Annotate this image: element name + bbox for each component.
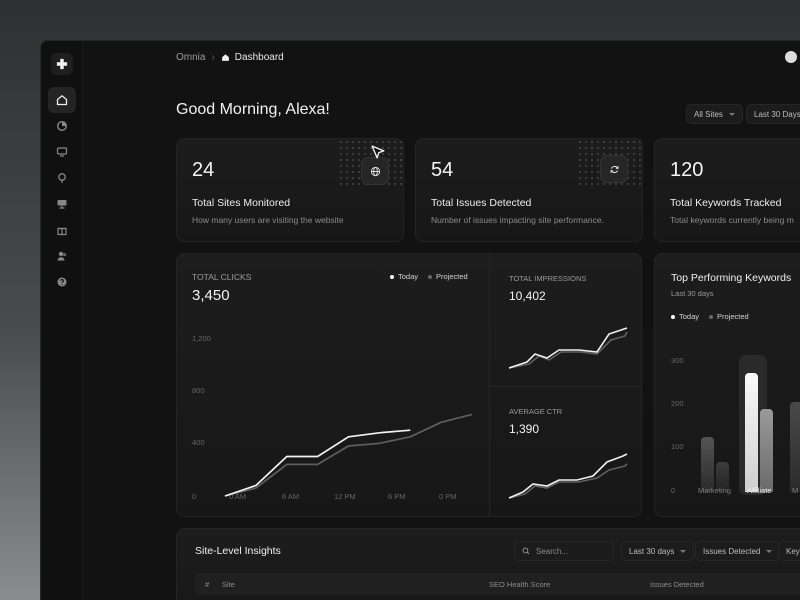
stat-card-issues[interactable]: 54 Total Issues Detected Number of issue… <box>415 138 643 242</box>
stat-value: 120 <box>670 159 704 181</box>
x-tick: M <box>792 486 799 495</box>
stat-subtitle: How many users are visiting the website <box>192 215 344 225</box>
app-window: Omnia › Dashboard Good Morning, Alexa! A… <box>40 40 800 600</box>
bar-m-today[interactable] <box>790 402 800 492</box>
stat-card-keywords[interactable]: 120 Total Keywords Tracked Total keyword… <box>654 138 800 242</box>
breadcrumb-current[interactable]: Dashboard <box>221 52 284 63</box>
help-icon[interactable] <box>48 269 76 295</box>
x-tick: Affiliate <box>747 486 772 495</box>
keyword-filter[interactable]: Keyw <box>778 541 800 561</box>
globe-icon <box>361 157 389 185</box>
bar-affiliate-projected[interactable] <box>760 408 773 492</box>
stat-subtitle: Number of issues impacting site performa… <box>431 215 604 225</box>
avatar[interactable] <box>785 51 797 63</box>
monitor-icon[interactable] <box>48 139 76 165</box>
y-tick: 400 <box>192 438 205 447</box>
date-range-label: Last 30 Days <box>754 109 800 119</box>
breadcrumb: Omnia › Dashboard <box>176 52 284 63</box>
stat-subtitle: Total keywords currently being m <box>670 215 794 225</box>
home-icon <box>221 54 229 61</box>
desktop-icon[interactable] <box>48 191 76 217</box>
issues-filter-label: Issues Detected <box>703 546 761 556</box>
keywords-panel: Top Performing Keywords Last 30 days Tod… <box>654 253 800 517</box>
table-header: # Site SEO Health Score Issues Detected … <box>195 573 800 595</box>
breadcrumb-current-label: Dashboard <box>234 52 284 63</box>
insights-title: Site-Level Insights <box>195 545 281 557</box>
y-tick: 0 <box>192 492 197 501</box>
date-range-filter[interactable]: Last 30 Days <box>746 104 800 124</box>
insights-range-label: Last 30 days <box>629 546 675 556</box>
col-site[interactable]: Site <box>222 580 235 589</box>
x-tick: 0 PM <box>439 492 457 501</box>
stat-value: 24 <box>192 159 215 181</box>
chevron-down-icon <box>766 549 773 553</box>
search-placeholder: Search... <box>536 546 569 556</box>
col-issues[interactable]: Issues Detected <box>650 580 704 589</box>
stat-value: 54 <box>431 159 454 181</box>
brand-logo-icon[interactable] <box>51 53 73 75</box>
gift-icon[interactable] <box>48 217 76 243</box>
page-title: Good Morning, Alexa! <box>176 101 330 118</box>
keywords-bar-chart <box>655 254 800 492</box>
sites-filter-label: All Sites <box>694 109 723 119</box>
chart-pie-icon[interactable] <box>48 113 76 139</box>
sidebar <box>41 41 83 600</box>
keyword-filter-label: Keyw <box>786 546 800 556</box>
breadcrumb-root[interactable]: Omnia <box>176 52 205 63</box>
impressions-sparkline <box>508 327 628 369</box>
stat-title: Total Issues Detected <box>431 197 532 209</box>
users-icon[interactable] <box>48 243 76 269</box>
stat-card-sites[interactable]: 24 Total Sites Monitored How many users … <box>176 138 404 242</box>
clicks-line-chart <box>224 413 473 497</box>
col-index: # <box>205 580 210 589</box>
issues-filter[interactable]: Issues Detected <box>695 541 781 561</box>
clicks-panel: TOTAL CLICKS 3,450 Today Projected 1,200… <box>176 253 642 517</box>
sites-filter[interactable]: All Sites <box>686 104 743 124</box>
insights-range-filter[interactable]: Last 30 days <box>621 541 695 561</box>
series-line-projected <box>224 413 473 497</box>
refresh-icon <box>600 155 628 183</box>
search-icon <box>522 547 530 555</box>
series-line-today <box>224 429 411 497</box>
search-input[interactable]: Search... <box>514 541 614 561</box>
x-tick: 12 PM <box>334 492 356 501</box>
chevron-right-icon: › <box>211 52 215 63</box>
home-icon[interactable] <box>48 87 76 113</box>
chevron-down-icon <box>728 112 735 116</box>
x-tick: Marketing <box>698 486 731 495</box>
cursor-icon <box>371 145 385 159</box>
x-tick: 6 PM <box>388 492 406 501</box>
bar-affiliate-today[interactable] <box>745 372 758 492</box>
chevron-down-icon <box>680 549 687 553</box>
ctr-sparkline <box>508 453 628 499</box>
x-tick: 6 AM <box>282 492 300 501</box>
col-seo-score[interactable]: SEO Health Score <box>489 580 550 589</box>
bar-marketing-today[interactable] <box>701 436 714 492</box>
location-icon[interactable] <box>48 165 76 191</box>
stat-title: Total Keywords Tracked <box>670 197 782 209</box>
stat-title: Total Sites Monitored <box>192 197 291 209</box>
insights-panel: Site-Level Insights Search... Last 30 da… <box>176 528 800 600</box>
